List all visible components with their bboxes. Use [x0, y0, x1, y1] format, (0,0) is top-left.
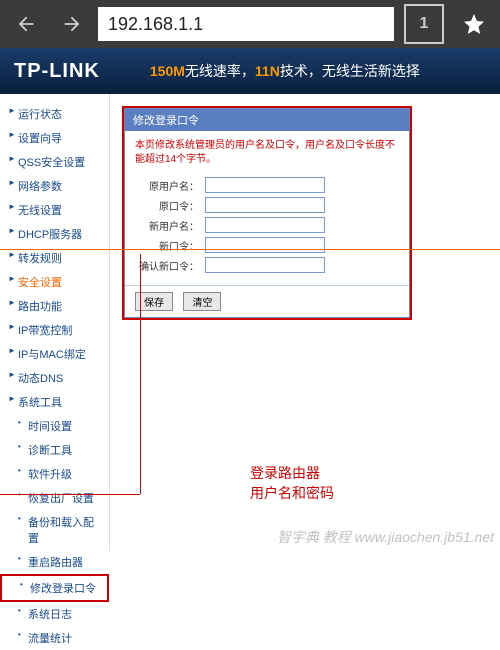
label-confirm: 确认新口令： [135, 258, 199, 273]
sidebar-subitem[interactable]: 备份和载入配置 [0, 510, 109, 550]
annotation-text: 登录路由器 用户名和密码 [250, 464, 334, 503]
main-content: 修改登录口令 本页修改系统管理员的用户名及口令，用户名及口令长度不能超过14个字… [110, 94, 500, 551]
sidebar: 运行状态 设置向导 QSS安全设置 网络参数 无线设置 DHCP服务器 转发规则… [0, 94, 110, 551]
annotation-line2: 用户名和密码 [250, 484, 334, 504]
sidebar-item-security[interactable]: 安全设置 [0, 270, 109, 294]
forward-button[interactable] [52, 4, 92, 44]
sidebar-item[interactable]: 网络参数 [0, 174, 109, 198]
input-new-user[interactable] [205, 217, 325, 233]
sidebar-item[interactable]: 无线设置 [0, 198, 109, 222]
label-new-user: 新用户名： [135, 218, 199, 233]
label-old-pass: 原口令： [135, 198, 199, 213]
router-banner: TP-LINK 150M无线速率，11N技术，无线生活新选择 [0, 48, 500, 94]
clear-button[interactable]: 清空 [183, 292, 221, 311]
panel-hint: 本页修改系统管理员的用户名及口令，用户名及口令长度不能超过14个字节。 [135, 139, 399, 167]
sidebar-item[interactable]: QSS安全设置 [0, 150, 109, 174]
sidebar-subitem[interactable]: 诊断工具 [0, 438, 109, 462]
input-new-pass[interactable] [205, 237, 325, 253]
sidebar-item-systools[interactable]: 系统工具 [0, 390, 109, 414]
label-new-pass: 新口令： [135, 238, 199, 253]
banner-slogan: 150M无线速率，11N技术，无线生活新选择 [150, 61, 420, 81]
star-icon [462, 12, 486, 36]
save-button[interactable]: 保存 [135, 292, 173, 311]
sidebar-subitem-change-password[interactable]: 修改登录口令 [0, 574, 109, 602]
sidebar-item[interactable]: 转发规则 [0, 246, 109, 270]
input-old-user[interactable] [205, 177, 325, 193]
sidebar-subitem[interactable]: 恢复出厂设置 [0, 486, 109, 510]
change-password-panel-highlight: 修改登录口令 本页修改系统管理员的用户名及口令，用户名及口令长度不能超过14个字… [122, 106, 412, 320]
sidebar-item[interactable]: 运行状态 [0, 102, 109, 126]
input-old-pass[interactable] [205, 197, 325, 213]
sidebar-subitem[interactable]: 系统日志 [0, 602, 109, 626]
brand-logo: TP-LINK [14, 60, 100, 83]
arrow-right-icon [61, 13, 83, 35]
watermark: 智宇典 教程 www.jiaochen.jb51.net [277, 527, 494, 547]
sidebar-subitem[interactable]: 流量统计 [0, 626, 109, 650]
panel-title: 修改登录口令 [125, 109, 409, 131]
sidebar-item[interactable]: 动态DNS [0, 366, 109, 390]
arrow-left-icon [15, 13, 37, 35]
sidebar-item[interactable]: DHCP服务器 [0, 222, 109, 246]
back-button[interactable] [6, 4, 46, 44]
url-bar[interactable]: 192.168.1.1 [98, 7, 394, 41]
label-old-user: 原用户名： [135, 178, 199, 193]
tabs-button[interactable]: 1 [404, 4, 444, 44]
sidebar-item[interactable]: IP与MAC绑定 [0, 342, 109, 366]
bookmark-button[interactable] [454, 4, 494, 44]
sidebar-subitem[interactable]: 时间设置 [0, 414, 109, 438]
sidebar-item[interactable]: IP带宽控制 [0, 318, 109, 342]
annotation-line1: 登录路由器 [250, 464, 334, 484]
sidebar-item[interactable]: 路由功能 [0, 294, 109, 318]
sidebar-item[interactable]: 设置向导 [0, 126, 109, 150]
browser-bar: 192.168.1.1 1 [0, 0, 500, 48]
sidebar-subitem[interactable]: 软件升级 [0, 462, 109, 486]
input-confirm[interactable] [205, 257, 325, 273]
sidebar-subitem[interactable]: 重启路由器 [0, 550, 109, 574]
